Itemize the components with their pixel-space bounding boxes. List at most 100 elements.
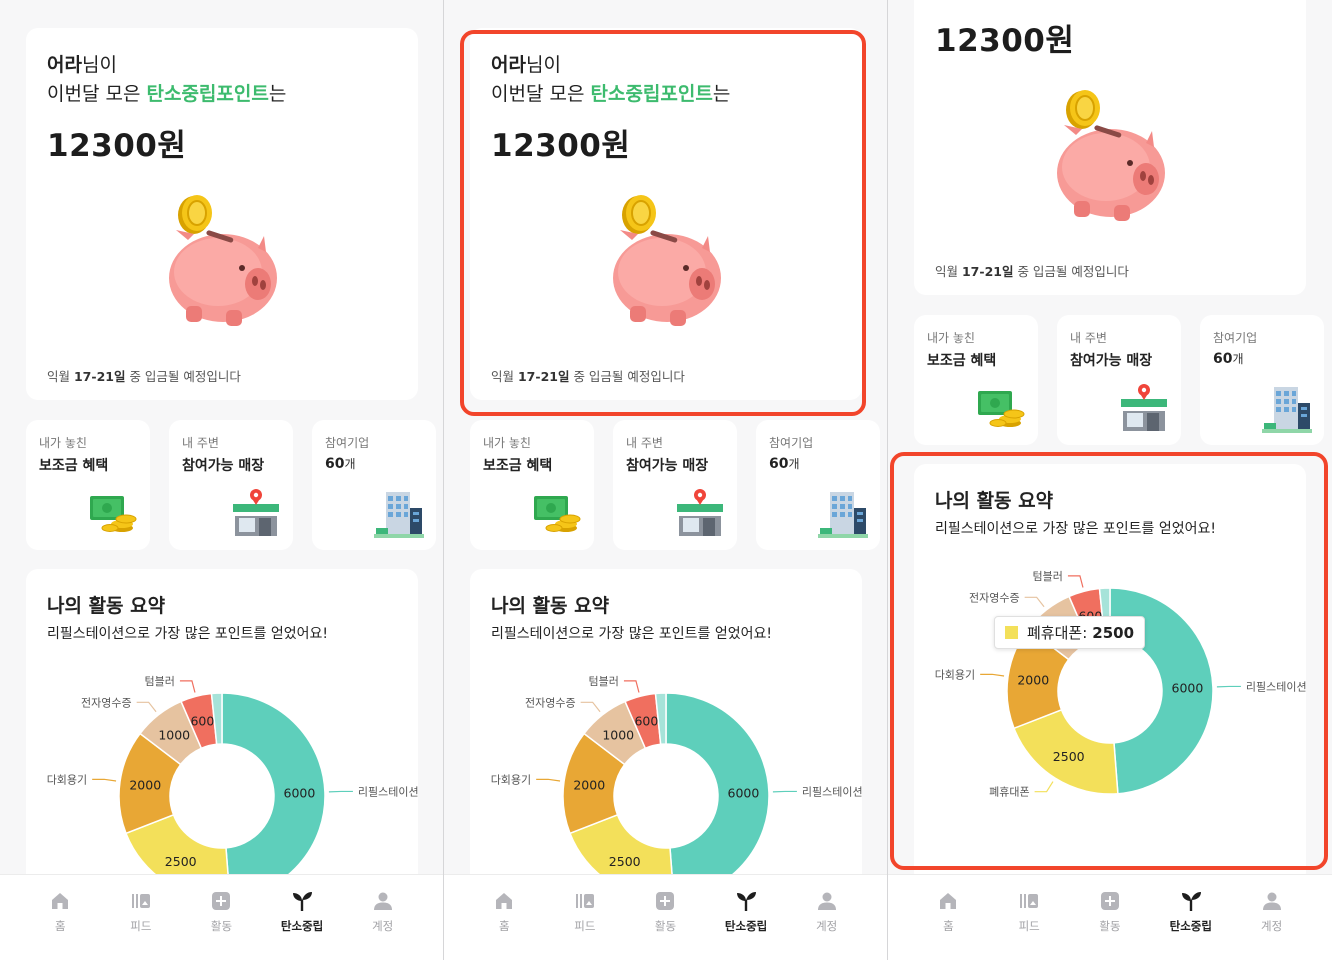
sprout-icon — [737, 892, 757, 911]
money-icon — [90, 496, 137, 532]
bottom-tab-bar: 홈 피드 활동 탄소중립 계정 — [444, 874, 887, 960]
slice-leader-line — [92, 778, 117, 782]
slice-category-label: 폐휴대폰 — [989, 786, 1029, 799]
plus-icon — [656, 892, 675, 910]
partner-count-unit: 개 — [1232, 352, 1244, 366]
slice-value-label: 1000 — [158, 727, 190, 742]
person-icon — [373, 892, 392, 910]
tab-person[interactable]: 계정 — [797, 875, 857, 960]
tile-partner-companies[interactable]: 참여기업 60개 — [312, 420, 436, 550]
tile-nearby-stores[interactable]: 내 주변 참여가능 매장 — [1057, 315, 1181, 445]
slice-category-label: 텀블러 — [145, 675, 175, 688]
slice-category-label: 텀블러 — [1033, 570, 1063, 583]
tile-title: 보조금 혜택 — [483, 458, 553, 474]
tab-home[interactable]: 홈 — [30, 875, 90, 960]
slice-leader-line — [1024, 596, 1045, 608]
partner-count-unit: 개 — [788, 457, 800, 471]
summary-subtitle: 리필스테이션으로 가장 많은 포인트를 얻었어요! — [491, 626, 773, 642]
tab-plus[interactable]: 활동 — [191, 875, 251, 960]
tab-label: 홈 — [943, 919, 954, 933]
slice-category-label: 리필스테이션 — [1246, 680, 1306, 693]
slice-leader-line — [179, 680, 196, 693]
points-caption: 이번달 모은 탄소중립포인트는 — [935, 0, 1174, 1]
slice-value-label: 2500 — [609, 854, 641, 869]
tile-nearby-stores[interactable]: 내 주변 참여가능 매장 — [613, 420, 737, 550]
tab-label: 활동 — [1099, 919, 1121, 933]
piggy-bank-icon — [169, 195, 277, 326]
person-icon — [1262, 892, 1281, 910]
tab-home[interactable]: 홈 — [474, 875, 534, 960]
tab-home[interactable]: 홈 — [918, 875, 978, 960]
slice-value-label: 2500 — [165, 854, 197, 869]
tooltip-label: 폐휴대폰: — [1027, 624, 1088, 642]
note-suffix: 중 입금될 예정입니다 — [125, 369, 241, 384]
tab-feed[interactable]: 피드 — [111, 875, 171, 960]
slice-value-label: 6000 — [728, 786, 760, 801]
slice-category-label: 리필스테이션 — [802, 785, 862, 798]
building-icon — [1262, 387, 1312, 433]
tile-missed-subsidy[interactable]: 내가 놓친 보조금 혜택 — [26, 420, 150, 550]
deposit-note: 익월 17-21일 중 입금될 예정입니다 — [47, 366, 241, 385]
tile-title: 참여가능 매장 — [1070, 353, 1153, 369]
activity-summary-card: 나의 활동 요약 리필스테이션으로 가장 많은 포인트를 얻었어요! 6000 리… — [914, 464, 1306, 884]
plus-icon — [212, 892, 231, 910]
activity-donut-chart[interactable]: 6000리필스테이션2500폐휴대폰2000다회용기1000전자영수증600텀블… — [914, 564, 1306, 854]
tile-caption: 참여기업 — [1213, 331, 1258, 345]
tile-missed-subsidy[interactable]: 내가 놓친 보조금 혜택 — [914, 315, 1038, 445]
phone-screen-3: 어라님이 이번달 모은 탄소중립포인트는 12300원 — [888, 0, 1332, 960]
sprout-icon — [1181, 892, 1201, 911]
tooltip-swatch — [1005, 626, 1018, 639]
slice-value-label: 2000 — [129, 778, 161, 793]
tab-person[interactable]: 계정 — [353, 875, 413, 960]
tile-caption: 내 주변 — [626, 436, 663, 450]
tab-plus[interactable]: 활동 — [635, 875, 695, 960]
tile-caption: 참여기업 — [325, 436, 370, 450]
tile-title: 참여가능 매장 — [182, 458, 265, 474]
tile-caption: 내가 놓친 — [483, 436, 531, 450]
tooltip-value: 2500 — [1092, 623, 1135, 642]
tile-partner-companies[interactable]: 참여기업 60개 — [1200, 315, 1324, 445]
slice-category-label: 다회용기 — [491, 773, 531, 786]
tile-title: 60개 — [325, 455, 356, 472]
slice-category-label: 다회용기 — [47, 773, 87, 786]
slice-value-label: 600 — [634, 714, 658, 729]
bottom-tab-bar: 홈 피드 활동 탄소중립 계정 — [888, 874, 1332, 960]
tab-label: 탄소중립 — [724, 919, 768, 933]
piggy-bank-icon — [613, 195, 721, 326]
tile-partner-companies[interactable]: 참여기업 60개 — [756, 420, 880, 550]
home-icon — [496, 893, 513, 909]
points-card: 어라님이 이번달 모은 탄소중립포인트는 12300원 — [470, 28, 862, 400]
caption-suffix: 는 — [712, 83, 731, 105]
greeting-suffix: 님이 — [525, 54, 561, 76]
tab-sprout[interactable]: 탄소중립 — [1161, 875, 1221, 960]
partner-count: 60 — [769, 456, 789, 472]
tab-feed[interactable]: 피드 — [999, 875, 1059, 960]
home-icon — [52, 893, 69, 909]
note-date-range: 17-21일 — [73, 369, 126, 384]
tab-person[interactable]: 계정 — [1242, 875, 1302, 960]
tile-nearby-stores[interactable]: 내 주변 참여가능 매장 — [169, 420, 293, 550]
slice-value-label: 2500 — [1053, 749, 1085, 764]
caption-suffix: 는 — [268, 83, 287, 105]
tab-label: 탄소중립 — [280, 919, 324, 933]
tab-feed[interactable]: 피드 — [555, 875, 615, 960]
note-date-range: 17-21일 — [961, 264, 1014, 279]
note-suffix: 중 입금될 예정입니다 — [569, 369, 685, 384]
partner-count: 60 — [1213, 351, 1233, 367]
tile-caption: 내가 놓친 — [927, 331, 975, 345]
tab-sprout[interactable]: 탄소중립 — [716, 875, 776, 960]
feed-icon — [1020, 894, 1039, 908]
tile-caption: 내 주변 — [1070, 331, 1107, 345]
summary-subtitle: 리필스테이션으로 가장 많은 포인트를 얻었어요! — [935, 521, 1217, 537]
partner-count: 60 — [325, 456, 345, 472]
tile-missed-subsidy[interactable]: 내가 놓친 보조금 혜택 — [470, 420, 594, 550]
slice-value-label: 1000 — [602, 727, 634, 742]
tab-sprout[interactable]: 탄소중립 — [272, 875, 332, 960]
slice-value-label: 2000 — [573, 778, 605, 793]
feed-icon — [131, 894, 150, 908]
slice-leader-line — [580, 701, 601, 713]
caption-prefix: 이번달 모은 — [491, 83, 591, 105]
tab-plus[interactable]: 활동 — [1080, 875, 1140, 960]
slice-leader-line — [136, 701, 157, 713]
slice-value-label: 6000 — [1172, 681, 1204, 696]
